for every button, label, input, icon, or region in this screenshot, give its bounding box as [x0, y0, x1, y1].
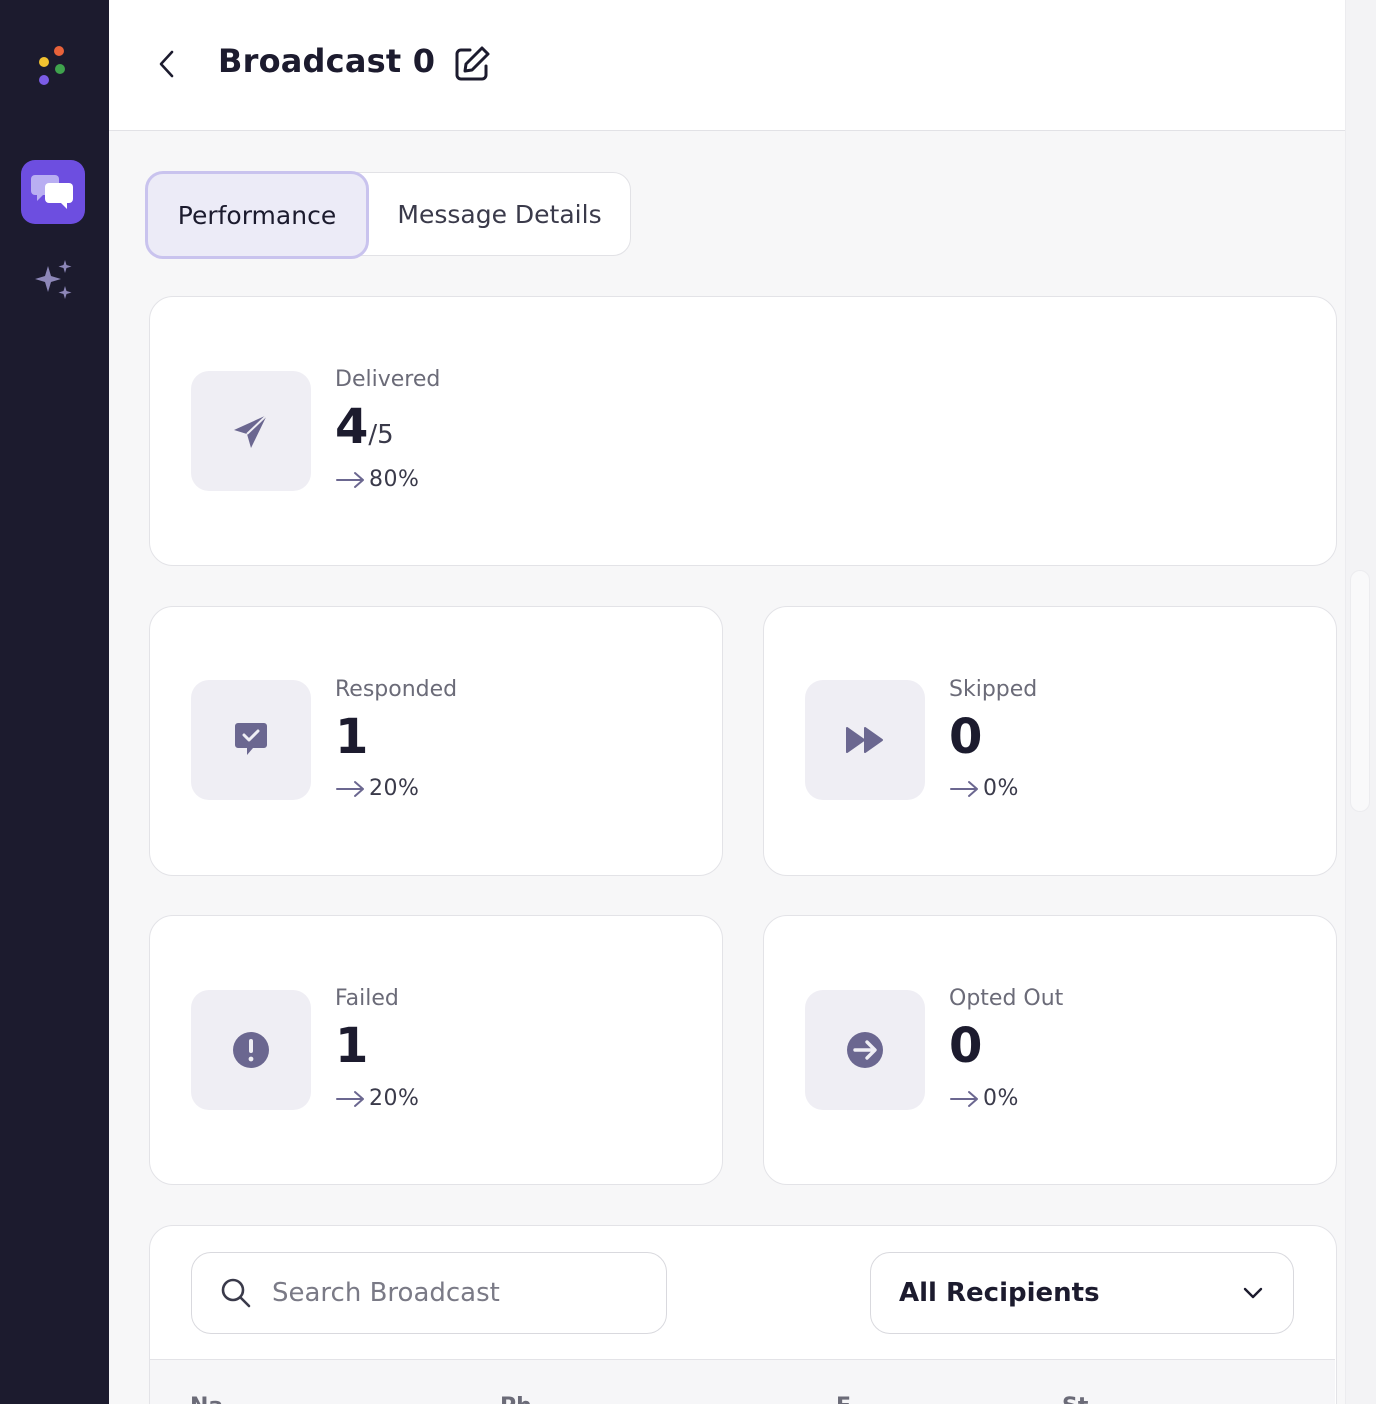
back-button[interactable] — [149, 44, 185, 84]
arrow-right-icon — [950, 780, 978, 797]
responded-pct-value: 20% — [369, 776, 420, 801]
column-header[interactable]: St — [1062, 1394, 1088, 1404]
chat-bubbles-icon — [31, 175, 73, 209]
recipients-filter-value: All Recipients — [899, 1278, 1100, 1308]
arrow-right-icon — [336, 1090, 364, 1107]
delivered-label: Delivered — [335, 367, 441, 392]
edit-title-button[interactable] — [451, 42, 493, 86]
opted-out-label: Opted Out — [949, 986, 1064, 1011]
failed-pct-value: 20% — [369, 1086, 420, 1111]
delivered-percent: 80% — [335, 467, 419, 492]
responded-label: Responded — [335, 677, 458, 702]
exclamation-icon — [233, 1032, 269, 1068]
failed-percent: 20% — [335, 1086, 419, 1111]
tab-performance[interactable]: Performance — [145, 171, 369, 259]
page-title: Broadcast 0 — [218, 42, 436, 80]
delivered-icon-box — [191, 371, 311, 491]
opted-out-pct-value: 0% — [983, 1086, 1019, 1111]
logo-dot — [39, 75, 49, 85]
recipients-panel: All Recipients Na Ph E St — [149, 1225, 1337, 1404]
opted-out-card: Opted Out 0 0% — [763, 915, 1337, 1185]
sidebar — [0, 0, 109, 1404]
chevron-left-icon — [159, 50, 174, 78]
search-input[interactable] — [272, 1278, 632, 1308]
scrollbar-thumb[interactable] — [1350, 570, 1370, 812]
search-field[interactable] — [191, 1252, 667, 1334]
fast-forward-icon — [846, 727, 883, 753]
opted-out-value: 0 — [949, 1018, 983, 1074]
page-header: Broadcast 0 — [109, 0, 1345, 131]
skipped-icon-box — [805, 680, 925, 800]
opted-out-percent: 0% — [949, 1086, 1019, 1111]
failed-value: 1 — [335, 1018, 369, 1074]
edit-icon — [455, 46, 490, 81]
nav-broadcasts[interactable] — [21, 160, 85, 224]
paper-plane-icon — [234, 414, 268, 448]
skipped-percent: 0% — [949, 776, 1019, 801]
opted-out-icon-box — [805, 990, 925, 1110]
logo-dot — [54, 46, 64, 56]
table-header: Na Ph E St — [150, 1359, 1335, 1404]
delivered-count: 4 — [335, 399, 369, 455]
recipients-filter-dropdown[interactable]: All Recipients — [870, 1252, 1294, 1334]
chat-check-icon — [235, 723, 267, 755]
main-content: Broadcast 0 Performance Message Details … — [109, 0, 1376, 1404]
skipped-label: Skipped — [949, 677, 1038, 702]
delivered-card: Delivered 4/5 80% — [149, 296, 1337, 566]
chevron-down-icon — [1243, 1287, 1263, 1299]
column-header[interactable]: E — [836, 1394, 851, 1404]
failed-label: Failed — [335, 986, 399, 1011]
tab-bar: Performance Message Details — [145, 171, 631, 259]
logo-dot — [39, 57, 49, 67]
responded-percent: 20% — [335, 776, 419, 801]
delivered-total: /5 — [368, 420, 394, 450]
responded-card: Responded 1 20% — [149, 606, 723, 876]
arrow-right-circle-icon — [847, 1032, 883, 1068]
tab-message-details[interactable]: Message Details — [369, 173, 630, 255]
skipped-pct-value: 0% — [983, 776, 1019, 801]
column-header[interactable]: Na — [190, 1394, 223, 1404]
column-header[interactable]: Ph — [500, 1394, 532, 1404]
skipped-value: 0 — [949, 709, 983, 765]
failed-card: Failed 1 20% — [149, 915, 723, 1185]
logo-dot — [55, 64, 65, 74]
arrow-right-icon — [336, 780, 364, 797]
app-logo[interactable] — [36, 44, 68, 88]
delivered-pct-value: 80% — [369, 467, 420, 492]
responded-value: 1 — [335, 709, 369, 765]
responded-icon-box — [191, 680, 311, 800]
nav-ai[interactable] — [30, 256, 78, 304]
failed-icon-box — [191, 990, 311, 1110]
arrow-right-icon — [950, 1090, 978, 1107]
delivered-value: 4/5 — [335, 399, 394, 455]
skipped-card: Skipped 0 0% — [763, 606, 1337, 876]
search-icon — [221, 1278, 251, 1308]
sparkles-icon — [35, 260, 72, 299]
arrow-right-icon — [336, 471, 364, 488]
